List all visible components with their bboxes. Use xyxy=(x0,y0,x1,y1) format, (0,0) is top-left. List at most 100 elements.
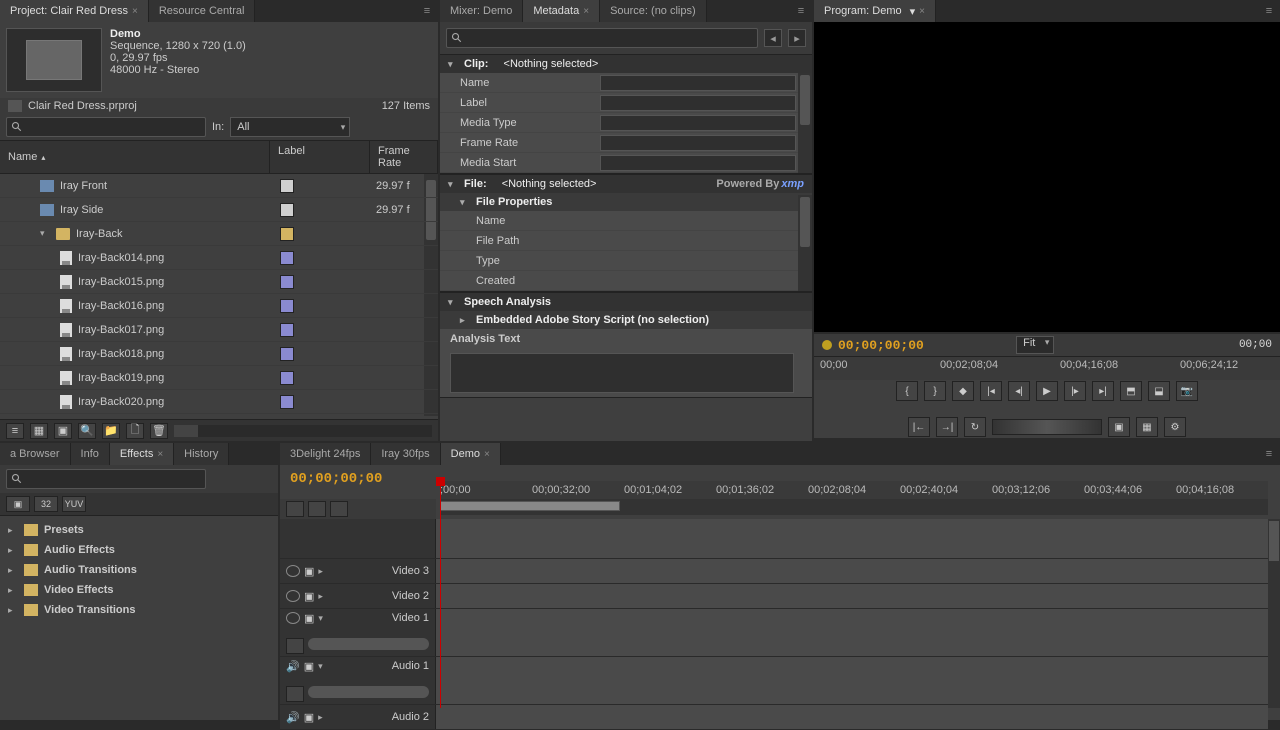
lock-icon[interactable]: ▣ xyxy=(304,612,314,625)
marker-button[interactable] xyxy=(308,501,326,517)
jog-shuttle[interactable] xyxy=(992,419,1102,435)
vertical-scrollbar[interactable] xyxy=(798,73,812,173)
yuv-toggle[interactable]: YUV xyxy=(62,496,86,512)
export-frame-button[interactable]: 📷 xyxy=(1176,381,1198,401)
file-header[interactable]: ▾ File: <Nothing selected> Powered By xm… xyxy=(440,175,812,193)
tab-sequence-1[interactable]: 3Delight 24fps xyxy=(280,443,371,465)
lift-button[interactable]: ⬒ xyxy=(1120,381,1142,401)
playhead[interactable] xyxy=(440,481,441,708)
effects-folder[interactable]: ▸Video Effects xyxy=(0,580,278,600)
track-video-2[interactable]: ▣▸Video 2 xyxy=(280,584,1268,609)
next-edit-button[interactable]: →| xyxy=(936,417,958,437)
lock-icon[interactable]: ▣ xyxy=(304,590,314,603)
32bit-toggle[interactable]: 32 xyxy=(34,496,58,512)
label-swatch[interactable] xyxy=(280,371,294,385)
list-view-button[interactable]: ≡ xyxy=(6,423,24,439)
track-video-1[interactable]: ▣▾Video 1 xyxy=(280,609,1268,657)
prev-edit-button[interactable]: |← xyxy=(908,417,930,437)
mark-in-button[interactable]: { xyxy=(896,381,918,401)
in-dropdown[interactable]: All xyxy=(230,117,350,137)
speaker-icon[interactable]: 🔊 xyxy=(286,660,300,673)
new-bin-button[interactable]: 📁 xyxy=(102,423,120,439)
label-swatch[interactable] xyxy=(280,203,294,217)
tab-project[interactable]: Project: Clair Red Dress× xyxy=(0,0,149,22)
panel-menu-icon[interactable]: ≡ xyxy=(790,0,812,22)
panel-menu-icon[interactable]: ≡ xyxy=(416,0,438,22)
field-value[interactable] xyxy=(600,115,796,131)
embedded-header[interactable]: ▸Embedded Adobe Story Script (no selecti… xyxy=(440,311,812,329)
go-to-out-button[interactable]: ▸| xyxy=(1092,381,1114,401)
snap-button[interactable] xyxy=(286,501,304,517)
timeline-ruler[interactable]: ;00;0000;00;32;0000;01;04;0200;01;36;020… xyxy=(440,481,1268,499)
tab-sequence-3[interactable]: Demo× xyxy=(441,443,501,465)
tab-info[interactable]: Info xyxy=(71,443,110,465)
tab-resource-central[interactable]: Resource Central xyxy=(149,0,256,22)
track-audio-1[interactable]: 🔊▣▾Audio 1 xyxy=(280,657,1268,705)
close-icon[interactable]: × xyxy=(583,6,589,17)
bin-folder-row[interactable]: ▾Iray-Back xyxy=(0,222,438,246)
header-name[interactable]: Name▴ xyxy=(0,141,270,173)
track-slider[interactable] xyxy=(308,638,429,650)
bin-item-row[interactable]: Iray-Back017.png xyxy=(0,318,438,342)
safe-margins-button[interactable]: ▣ xyxy=(1108,417,1130,437)
label-swatch[interactable] xyxy=(280,179,294,193)
loop-button[interactable]: ↻ xyxy=(964,417,986,437)
tab-mixer[interactable]: Mixer: Demo xyxy=(440,0,523,22)
label-swatch[interactable] xyxy=(280,227,294,241)
bin-item-row[interactable]: Iray-Back015.png xyxy=(0,270,438,294)
timeline-work-area[interactable] xyxy=(440,499,1268,515)
label-swatch[interactable] xyxy=(280,299,294,313)
keyframe-button[interactable] xyxy=(286,686,304,702)
step-forward-button[interactable]: |▸ xyxy=(1064,381,1086,401)
lock-icon[interactable]: ▣ xyxy=(304,711,314,724)
close-icon[interactable]: × xyxy=(484,449,490,460)
extract-button[interactable]: ⬓ xyxy=(1148,381,1170,401)
close-icon[interactable]: × xyxy=(157,449,163,460)
program-time-ruler[interactable]: 00;0000;02;08;0400;04;16;0800;06;24;1200… xyxy=(814,356,1280,380)
header-framerate[interactable]: Frame Rate xyxy=(370,141,438,173)
effects-tree[interactable]: ▸Presets▸Audio Effects▸Audio Transitions… xyxy=(0,516,278,624)
settings-button[interactable] xyxy=(330,501,348,517)
effects-folder[interactable]: ▸Presets xyxy=(0,520,278,540)
tab-sequence-2[interactable]: Iray 30fps xyxy=(371,443,440,465)
field-value[interactable] xyxy=(600,135,796,151)
label-swatch[interactable] xyxy=(280,323,294,337)
tab-metadata[interactable]: Metadata× xyxy=(523,0,600,22)
new-item-button[interactable]: 🗋 xyxy=(126,423,144,439)
clip-header[interactable]: ▾ Clip: <Nothing selected> xyxy=(440,55,812,73)
preview-thumbnail[interactable] xyxy=(6,28,102,92)
prev-button[interactable]: ◂ xyxy=(764,29,782,47)
delete-button[interactable]: 🗑 xyxy=(150,423,168,439)
track-slider[interactable] xyxy=(308,686,429,698)
label-swatch[interactable] xyxy=(280,275,294,289)
bin-item-row[interactable]: Iray Side29.97 f xyxy=(0,198,438,222)
project-bin-list[interactable]: Iray Front29.97 fIray Side29.97 f▾Iray-B… xyxy=(0,174,438,416)
lock-icon[interactable]: ▣ xyxy=(304,660,314,673)
field-value[interactable] xyxy=(600,95,796,111)
close-icon[interactable]: × xyxy=(132,6,138,17)
zoom-dropdown[interactable]: Fit xyxy=(1016,336,1054,354)
step-back-button[interactable]: ◂| xyxy=(1008,381,1030,401)
tab-program[interactable]: Program: Demo ▾× xyxy=(814,0,936,22)
bin-item-row[interactable]: Iray-Back020.png xyxy=(0,390,438,414)
automate-button[interactable]: ▣ xyxy=(54,423,72,439)
bin-item-row[interactable]: Iray-Back014.png xyxy=(0,246,438,270)
track-audio-2[interactable]: 🔊▣▸Audio 2 xyxy=(280,705,1268,730)
effects-folder[interactable]: ▸Audio Transitions xyxy=(0,560,278,580)
vertical-scrollbar[interactable] xyxy=(1268,519,1280,708)
panel-menu-icon[interactable]: ≡ xyxy=(1258,443,1280,465)
track-video-3[interactable]: ▣▸Video 3 xyxy=(280,559,1268,584)
metadata-search-input[interactable] xyxy=(446,28,758,48)
marker-button[interactable]: ◆ xyxy=(952,381,974,401)
panel-menu-icon[interactable]: ≡ xyxy=(1258,0,1280,22)
eye-icon[interactable] xyxy=(286,590,300,602)
accelerated-toggle[interactable]: ▣ xyxy=(6,496,30,512)
close-icon[interactable]: × xyxy=(919,6,925,17)
eye-icon[interactable] xyxy=(286,565,300,577)
label-swatch[interactable] xyxy=(280,347,294,361)
mark-out-button[interactable]: } xyxy=(924,381,946,401)
tab-source[interactable]: Source: (no clips) xyxy=(600,0,707,22)
tab-media-browser[interactable]: a Browser xyxy=(0,443,71,465)
project-search-input[interactable] xyxy=(6,117,206,137)
program-viewer[interactable] xyxy=(814,22,1280,332)
